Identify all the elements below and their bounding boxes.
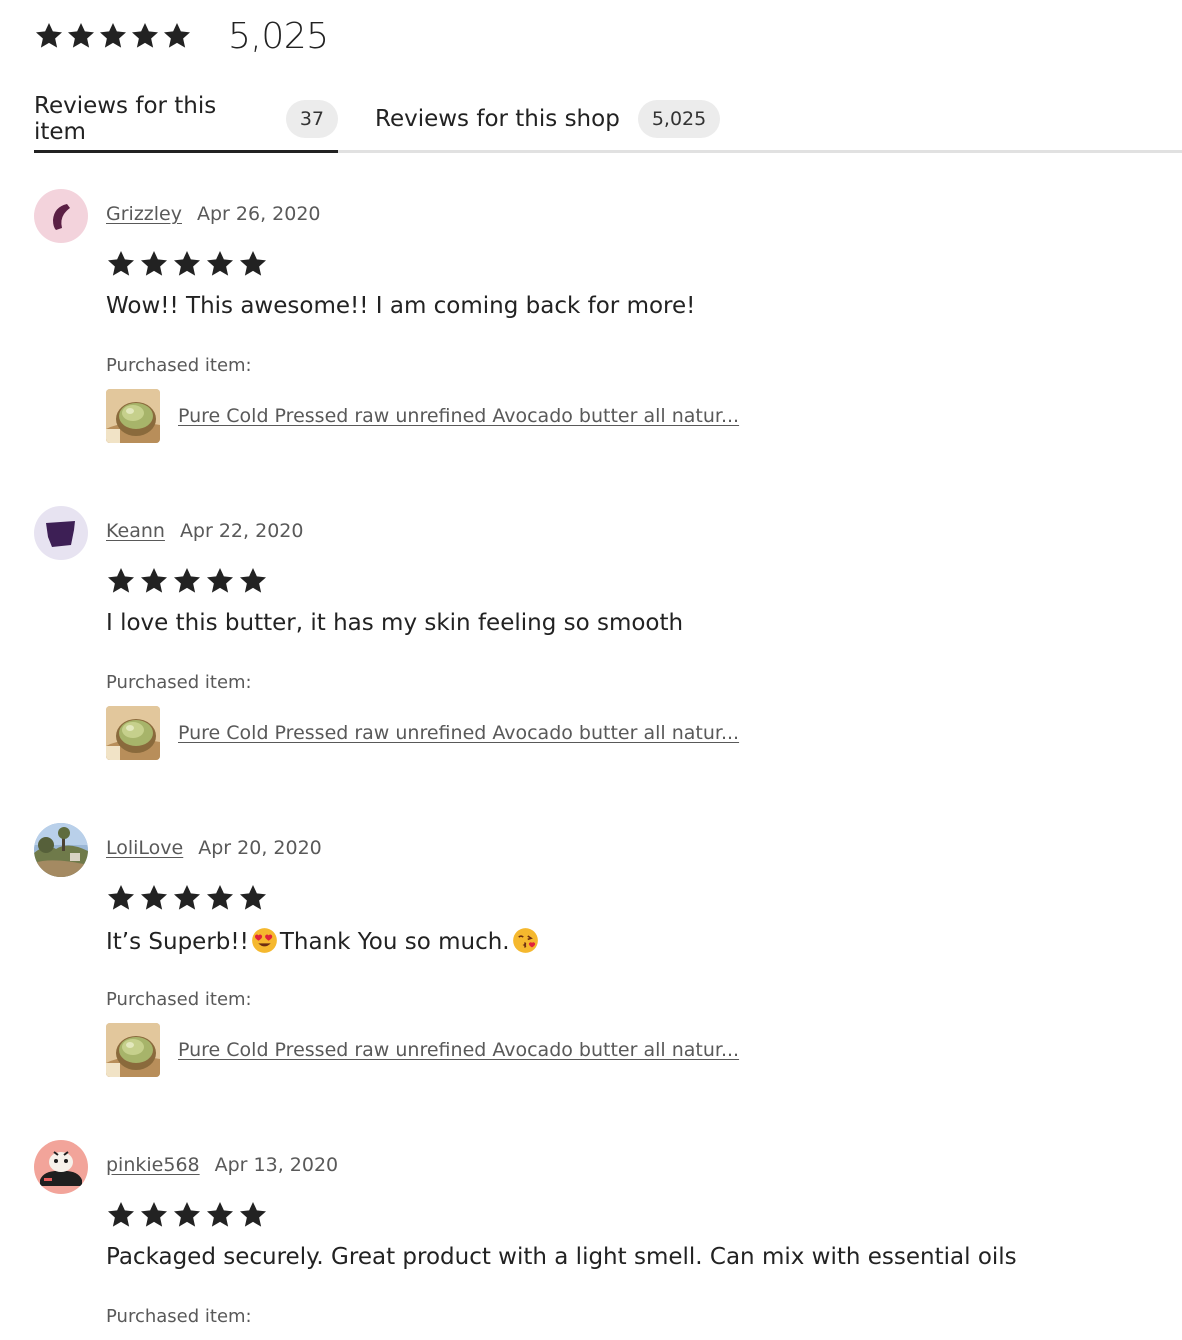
reviewer-name-link[interactable]: Keann [106, 520, 165, 542]
purple-shape-avatar-icon [34, 506, 88, 560]
heart-eyes-emoji-icon [251, 927, 278, 954]
star-icon [162, 21, 192, 51]
purchased-item-label: Purchased item: [106, 1306, 252, 1327]
reviewer-name-link[interactable]: LoliLove [106, 837, 183, 859]
purple-crescent-avatar-icon [34, 189, 88, 243]
shop-rating-summary: 5,025 [34, 12, 329, 60]
review-item: Keann Apr 22, 2020 I love this butter, i… [34, 506, 1134, 766]
review-text-part: Thank You so much. [279, 929, 510, 955]
star-icon [172, 249, 202, 279]
star-icon [205, 1200, 235, 1230]
review-text: I love this butter, it has my skin feeli… [106, 610, 684, 636]
reviewer-name-link[interactable]: Grizzley [106, 203, 182, 225]
review-stars [106, 1200, 271, 1230]
star-icon [34, 21, 64, 51]
review-date: Apr 20, 2020 [198, 837, 322, 859]
purchased-item-label: Purchased item: [106, 355, 252, 376]
star-icon [238, 883, 268, 913]
review-text-part: It’s Superb!! [106, 929, 249, 955]
purchased-item-link[interactable]: Pure Cold Pressed raw unrefined Avocado … [106, 706, 739, 760]
review-item: Grizzley Apr 26, 2020 Wow!! This awesome… [34, 189, 1134, 449]
product-thumbnail [106, 706, 160, 760]
star-icon [172, 883, 202, 913]
tab-reviews-for-shop[interactable]: Reviews for this shop 5,025 [375, 88, 721, 150]
product-thumbnail [106, 1023, 160, 1077]
star-icon [66, 21, 96, 51]
active-tab-indicator [34, 150, 338, 153]
star-icon [139, 249, 169, 279]
star-icon [106, 566, 136, 596]
purchased-item-link[interactable]: Pure Cold Pressed raw unrefined Avocado … [106, 1023, 739, 1077]
star-icon [139, 883, 169, 913]
star-icon [205, 566, 235, 596]
review-text: It’s Superb!! Thank You so much. [106, 927, 541, 955]
star-icon [106, 1200, 136, 1230]
tab-reviews-for-item[interactable]: Reviews for this item 37 [34, 88, 338, 153]
star-icon [205, 883, 235, 913]
star-icon [238, 1200, 268, 1230]
landscape-photo-avatar-icon [34, 823, 88, 877]
review-item: pinkie568 Apr 13, 2020 Packaged securely… [34, 1140, 1134, 1340]
reviewer-avatar[interactable] [34, 1140, 88, 1194]
review-text: Wow!! This awesome!! I am coming back fo… [106, 293, 696, 319]
reviewer-avatar[interactable] [34, 189, 88, 243]
product-title-link[interactable]: Pure Cold Pressed raw unrefined Avocado … [178, 405, 739, 427]
reviewer-avatar[interactable] [34, 823, 88, 877]
review-date: Apr 26, 2020 [196, 203, 321, 225]
product-thumbnail [106, 389, 160, 443]
star-icon [238, 249, 268, 279]
review-date: Apr 22, 2020 [179, 520, 304, 542]
summary-stars [34, 21, 194, 51]
review-total-count: 5,025 [228, 15, 329, 57]
reviewer-avatar[interactable] [34, 506, 88, 560]
product-title-link[interactable]: Pure Cold Pressed raw unrefined Avocado … [178, 1039, 739, 1061]
star-icon [205, 249, 235, 279]
star-icon [106, 883, 136, 913]
tab-count-badge: 37 [285, 100, 338, 138]
review-date: Apr 13, 2020 [214, 1154, 339, 1176]
cartoon-pink-avatar-icon [34, 1140, 88, 1194]
purchased-item-label: Purchased item: [106, 672, 252, 693]
tab-label: Reviews for this item [34, 93, 217, 145]
review-stars [106, 883, 271, 913]
purchased-item-link[interactable]: Pure Cold Pressed raw unrefined Avocado … [106, 389, 739, 443]
review-item: LoliLove Apr 20, 2020 It’s Superb!! Thank… [34, 823, 1134, 1083]
review-meta: Keann Apr 22, 2020 [106, 520, 303, 542]
star-icon [172, 566, 202, 596]
review-text: Packaged securely. Great product with a … [106, 1244, 1017, 1270]
star-icon [238, 566, 268, 596]
star-icon [139, 566, 169, 596]
star-icon [172, 1200, 202, 1230]
tab-count-badge: 5,025 [637, 100, 721, 138]
star-icon [98, 21, 128, 51]
review-meta: Grizzley Apr 26, 2020 [106, 203, 321, 225]
star-icon [130, 21, 160, 51]
reviewer-name-link[interactable]: pinkie568 [106, 1154, 200, 1176]
purchased-item-label: Purchased item: [106, 989, 252, 1010]
kissing-face-emoji-icon [512, 927, 539, 954]
tab-label: Reviews for this shop [375, 106, 620, 132]
review-stars [106, 249, 271, 279]
product-title-link[interactable]: Pure Cold Pressed raw unrefined Avocado … [178, 722, 739, 744]
review-stars [106, 566, 271, 596]
star-icon [139, 1200, 169, 1230]
review-meta: LoliLove Apr 20, 2020 [106, 837, 322, 859]
star-icon [106, 249, 136, 279]
review-meta: pinkie568 Apr 13, 2020 [106, 1154, 338, 1176]
review-tabs: Reviews for this item 37 Reviews for thi… [34, 88, 1182, 154]
